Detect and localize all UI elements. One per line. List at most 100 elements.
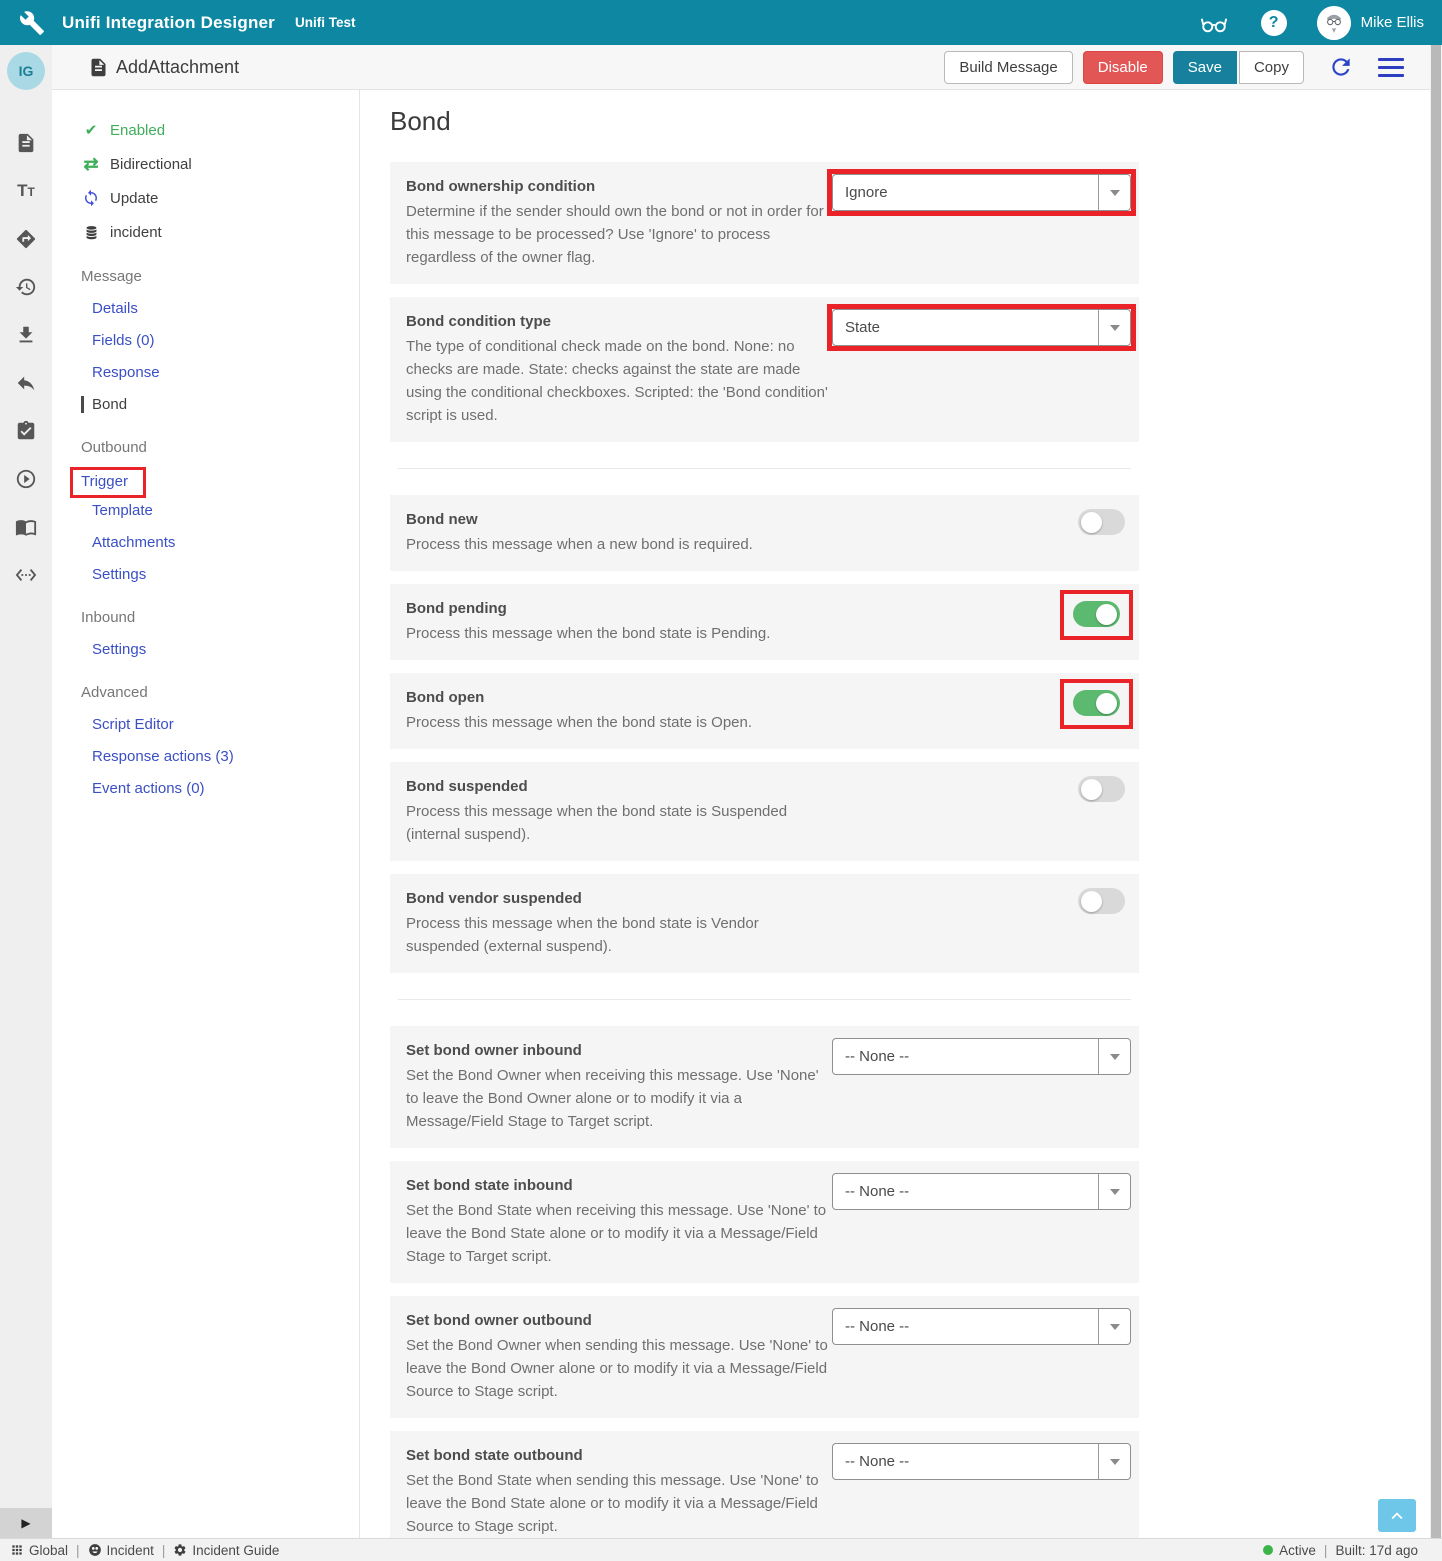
set-bond-state-inbound-select[interactable]: -- None -- bbox=[832, 1173, 1131, 1210]
bond-suspended-toggle[interactable] bbox=[1078, 776, 1125, 802]
set-bond-owner-inbound-select[interactable]: -- None -- bbox=[832, 1038, 1131, 1075]
highlight-box: Ignore bbox=[832, 174, 1131, 211]
select-box: -- None -- bbox=[832, 1443, 1131, 1480]
nav-item-response-actions[interactable]: Response actions (3) bbox=[81, 748, 359, 765]
nav-item-event-actions[interactable]: Event actions (0) bbox=[81, 780, 359, 797]
enabled-status[interactable]: ✔ Enabled bbox=[81, 120, 359, 140]
nav-item-bond[interactable]: Bond bbox=[81, 396, 359, 413]
clipboard-check-icon[interactable] bbox=[15, 420, 37, 442]
setting-card-bond-ownership-condition: Bond ownership condition Determine if th… bbox=[390, 162, 1139, 284]
setting-card-set-bond-owner-outbound: Set bond owner outbound Set the Bond Own… bbox=[390, 1296, 1139, 1418]
select-box: -- None -- bbox=[832, 1038, 1131, 1075]
nav-item-script-editor[interactable]: Script Editor bbox=[81, 716, 359, 733]
nav-item-outbound-settings[interactable]: Settings bbox=[81, 566, 359, 583]
gear-icon bbox=[173, 1543, 187, 1557]
incident-guide-link[interactable]: Incident Guide bbox=[173, 1543, 279, 1558]
nav-item-response[interactable]: Response bbox=[81, 364, 359, 381]
chevron-down-icon bbox=[1098, 175, 1130, 210]
toggle-box bbox=[1078, 776, 1125, 802]
nav-item-attachments[interactable]: Attachments bbox=[81, 534, 359, 551]
scope-selector[interactable]: Global bbox=[10, 1543, 68, 1558]
user-menu[interactable]: Mike Ellis bbox=[1317, 6, 1424, 40]
setting-card-bond-condition-type: Bond condition type The type of conditio… bbox=[390, 297, 1139, 442]
set-bond-owner-outbound-select[interactable]: -- None -- bbox=[832, 1308, 1131, 1345]
directions-icon[interactable] bbox=[15, 228, 37, 250]
scrollbar-thumb[interactable] bbox=[1431, 45, 1441, 1539]
message-nav: ✔ Enabled ⇄ Bidirectional Update inciden… bbox=[52, 90, 360, 1538]
icon-rail: IG TT ▶ bbox=[0, 45, 52, 1538]
user-name: Mike Ellis bbox=[1361, 14, 1424, 31]
setting-card-bond-new: Bond new Process this message when a new… bbox=[390, 495, 1139, 571]
bond-settings-panel: Bond Bond ownership condition Determine … bbox=[361, 90, 1430, 1538]
chevron-down-icon bbox=[1098, 310, 1130, 345]
set-bond-state-outbound-select[interactable]: -- None -- bbox=[832, 1443, 1131, 1480]
wrench-icon bbox=[19, 10, 45, 36]
toggle-box bbox=[1078, 888, 1125, 914]
bond-vendor-suspended-toggle[interactable] bbox=[1078, 888, 1125, 914]
app-selector[interactable]: Incident bbox=[88, 1543, 154, 1558]
expand-rail-button[interactable]: ▶ bbox=[0, 1508, 52, 1538]
swap-arrows-icon: ⇄ bbox=[81, 157, 101, 171]
sync-icon bbox=[81, 189, 101, 207]
update-status[interactable]: Update bbox=[81, 188, 359, 208]
setting-card-bond-pending: Bond pending Process this message when t… bbox=[390, 584, 1139, 660]
copy-button[interactable]: Copy bbox=[1239, 51, 1304, 84]
active-status-label: Active bbox=[1279, 1543, 1316, 1558]
chevron-down-icon bbox=[1098, 1039, 1130, 1074]
check-icon: ✔ bbox=[81, 121, 101, 139]
bond-new-toggle[interactable] bbox=[1078, 509, 1125, 535]
built-ago-label: Built: 17d ago bbox=[1335, 1543, 1418, 1558]
bond-open-toggle[interactable] bbox=[1073, 690, 1120, 716]
nav-item-trigger[interactable]: Trigger bbox=[81, 473, 128, 490]
app-title: Unifi Integration Designer bbox=[62, 13, 275, 33]
record-title: AddAttachment bbox=[116, 57, 239, 78]
code-icon[interactable] bbox=[15, 564, 37, 586]
active-status-dot bbox=[1263, 1545, 1273, 1555]
section-divider bbox=[398, 468, 1131, 469]
vertical-scrollbar[interactable] bbox=[1430, 45, 1442, 1561]
disable-button[interactable]: Disable bbox=[1083, 51, 1163, 84]
bond-pending-toggle[interactable] bbox=[1073, 601, 1120, 627]
nav-item-inbound-settings[interactable]: Settings bbox=[81, 641, 359, 658]
incident-icon bbox=[88, 1543, 102, 1557]
nav-group-message: Message bbox=[81, 268, 359, 285]
save-button[interactable]: Save bbox=[1173, 51, 1237, 84]
page-title: Bond bbox=[390, 106, 1430, 137]
setting-card-bond-vendor-suspended: Bond vendor suspended Process this messa… bbox=[390, 874, 1139, 973]
highlight-box bbox=[1060, 590, 1133, 640]
select-box: -- None -- bbox=[832, 1173, 1131, 1210]
highlight-box bbox=[1060, 679, 1133, 729]
reply-icon[interactable] bbox=[15, 372, 37, 394]
grid-icon bbox=[10, 1543, 24, 1557]
help-icon[interactable]: ? bbox=[1257, 6, 1291, 40]
nav-item-fields[interactable]: Fields (0) bbox=[81, 332, 359, 349]
setting-card-set-bond-state-outbound: Set bond state outbound Set the Bond Sta… bbox=[390, 1431, 1139, 1538]
download-icon[interactable] bbox=[15, 324, 37, 346]
build-message-button[interactable]: Build Message bbox=[944, 51, 1072, 84]
integration-avatar[interactable]: IG bbox=[7, 52, 45, 90]
status-bar: Global | Incident | Incident Guide Activ… bbox=[0, 1538, 1442, 1561]
record-toolbar: AddAttachment Build Message Disable Save… bbox=[52, 45, 1430, 90]
history-icon[interactable] bbox=[15, 276, 37, 298]
select-box: -- None -- bbox=[832, 1308, 1131, 1345]
bond-ownership-condition-select[interactable]: Ignore bbox=[832, 174, 1131, 211]
play-circle-icon[interactable] bbox=[15, 468, 37, 490]
nav-item-template[interactable]: Template bbox=[81, 502, 359, 519]
refresh-icon[interactable] bbox=[1328, 54, 1354, 80]
top-bar: Unifi Integration Designer Unifi Test ? … bbox=[0, 0, 1442, 45]
book-icon[interactable] bbox=[15, 516, 37, 538]
document-icon[interactable] bbox=[15, 132, 37, 154]
bidirectional-status[interactable]: ⇄ Bidirectional bbox=[81, 154, 359, 174]
bond-condition-type-select[interactable]: State bbox=[832, 309, 1131, 346]
database-icon bbox=[81, 224, 101, 241]
menu-icon[interactable] bbox=[1378, 58, 1404, 77]
glasses-icon[interactable] bbox=[1197, 6, 1231, 40]
text-format-icon[interactable]: TT bbox=[15, 180, 37, 202]
scroll-to-top-button[interactable] bbox=[1378, 1499, 1416, 1532]
incident-target[interactable]: incident bbox=[81, 222, 359, 242]
chevron-down-icon bbox=[1098, 1174, 1130, 1209]
setting-card-bond-open: Bond open Process this message when the … bbox=[390, 673, 1139, 749]
section-divider bbox=[398, 999, 1131, 1000]
nav-item-details[interactable]: Details bbox=[81, 300, 359, 317]
nav-group-advanced: Advanced bbox=[81, 684, 359, 701]
